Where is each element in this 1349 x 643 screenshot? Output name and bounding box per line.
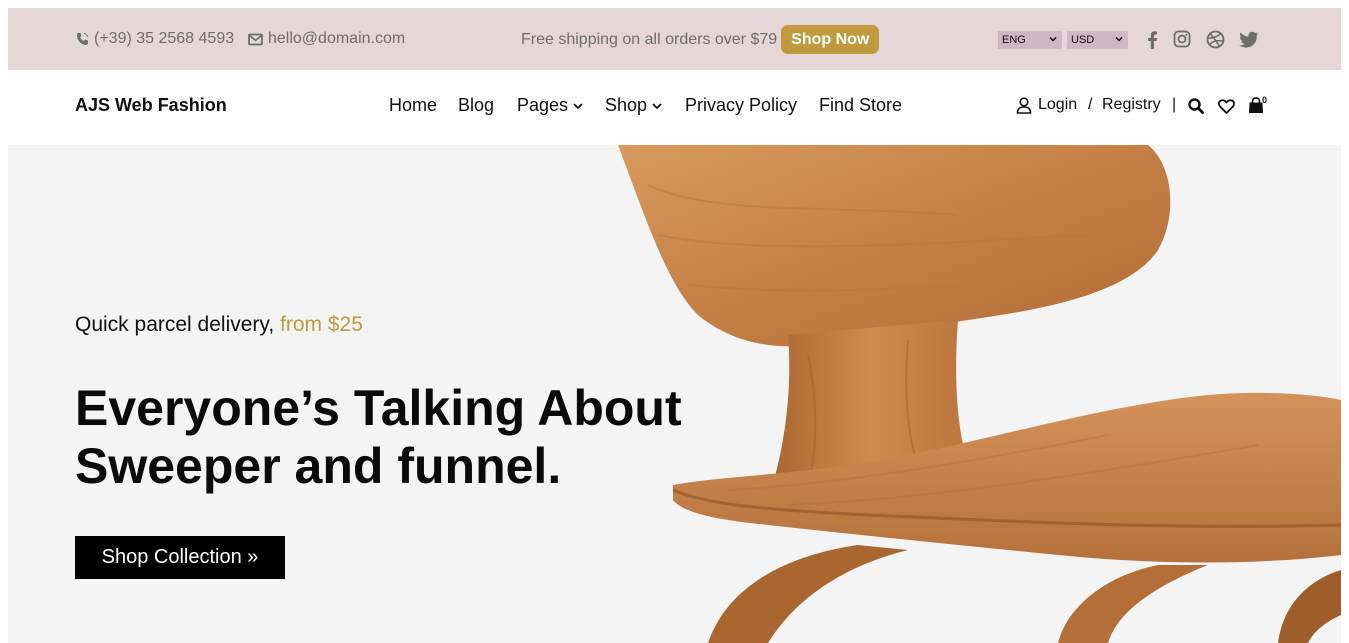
currency-select[interactable]: USD (1067, 31, 1128, 49)
nav-item-pages[interactable]: Pages (517, 95, 584, 116)
shop-now-button[interactable]: Shop Now (781, 25, 880, 54)
search-button[interactable] (1186, 96, 1206, 116)
chevron-down-icon (573, 102, 583, 109)
phone-number: (+39) 35 2568 4593 (94, 30, 235, 47)
nav-label: Blog (458, 95, 495, 115)
twitter-icon (1239, 31, 1258, 48)
heart-icon (1217, 98, 1235, 114)
wishlist-button[interactable] (1216, 96, 1236, 116)
instagram-link[interactable] (1171, 28, 1193, 50)
currency-value: USD (1071, 34, 1095, 46)
account-separator: / (1088, 96, 1093, 113)
hero-title-line1: Everyone’s Talking About (75, 380, 682, 436)
nav-item-shop[interactable]: Shop (605, 95, 663, 116)
nav-label: Privacy Policy (685, 95, 798, 115)
nav-item-blog[interactable]: Blog (458, 95, 494, 116)
facebook-icon (1148, 30, 1157, 49)
hero-subtitle: Quick parcel delivery, from $25 (75, 313, 363, 337)
user-icon (1016, 96, 1032, 114)
contact-email[interactable]: hello@domain.com (248, 8, 405, 70)
dribbble-icon (1206, 30, 1224, 48)
nav-item-home[interactable]: Home (389, 95, 437, 116)
nav-label: Shop (605, 95, 648, 115)
hero-subtitle-accent: from $25 (280, 313, 363, 336)
hero-title: Everyone’s Talking About Sweeper and fun… (75, 379, 682, 495)
nav-label: Pages (517, 95, 569, 115)
nav-label: Find Store (819, 95, 903, 115)
account-divider: | (1172, 96, 1177, 113)
facebook-link[interactable] (1141, 28, 1163, 50)
email-address: hello@domain.com (268, 30, 406, 47)
login-label: Login (1038, 96, 1078, 113)
language-value: ENG (1002, 34, 1026, 46)
hero-subtitle-text: Quick parcel delivery, (75, 313, 275, 336)
twitter-link[interactable] (1238, 28, 1260, 50)
promo-banner: Free shipping on all orders over $79 Sho… (521, 25, 880, 54)
shop-collection-button[interactable]: Shop Collection » (75, 536, 285, 579)
chevron-down-icon (652, 102, 662, 109)
hero-title-line2: Sweeper and funnel. (75, 438, 562, 494)
contact-phone[interactable]: (+39) 35 2568 4593 (76, 8, 234, 70)
nav-item-find-store[interactable]: Find Store (819, 95, 902, 116)
promo-text: Free shipping on all orders over $79 (521, 30, 778, 48)
instagram-icon (1173, 30, 1191, 48)
envelope-icon (248, 33, 263, 45)
cart-count-badge: 0 (1262, 95, 1268, 105)
login-link[interactable]: Login (1016, 96, 1077, 114)
chevron-down-icon (1115, 36, 1123, 42)
registry-link[interactable]: Registry (1102, 96, 1161, 114)
search-icon (1188, 98, 1204, 114)
nav-label: Home (389, 95, 438, 115)
site-logo[interactable]: AJS Web Fashion (75, 95, 227, 116)
nav-item-privacy-policy[interactable]: Privacy Policy (685, 95, 797, 116)
language-select[interactable]: ENG (998, 31, 1062, 49)
dribbble-link[interactable] (1204, 28, 1226, 50)
phone-icon (77, 33, 88, 45)
chevron-down-icon (1049, 36, 1057, 42)
